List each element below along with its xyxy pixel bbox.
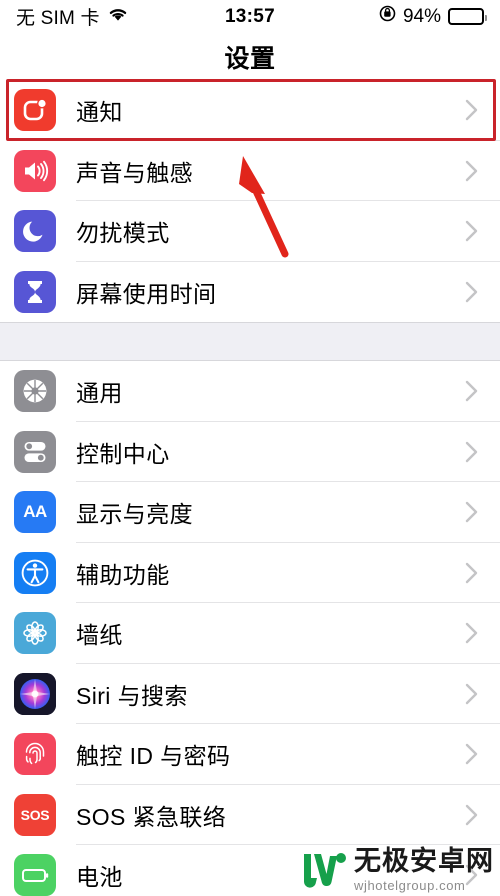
clock-label: 13:57 (224, 5, 276, 27)
chevron-right-icon (465, 441, 478, 463)
emergency-sos-icon: SOS (14, 793, 56, 836)
settings-row[interactable]: 控制中心 (0, 421, 500, 482)
do-not-disturb-icon (14, 210, 56, 253)
chevron-right-icon (465, 683, 478, 705)
settings-row[interactable]: 勿扰模式 (0, 201, 500, 262)
accessibility-icon (14, 551, 56, 594)
settings-row[interactable]: Siri 与搜索 (0, 663, 500, 724)
settings-row[interactable]: AA 显示与亮度 (0, 482, 500, 543)
settings-row-label: 显示与亮度 (76, 501, 193, 528)
chevron-right-icon (465, 864, 478, 886)
settings-group: 通用 控制中心 AA 显示与亮度 辅助功能 墙纸 Siri 与搜索 触控 ID … (0, 361, 500, 896)
settings-row-label: 墙纸 (76, 622, 123, 649)
sounds-haptics-icon (14, 149, 56, 192)
settings-row[interactable]: 触控 ID 与密码 (0, 724, 500, 785)
general-gear-icon (14, 370, 56, 413)
settings-row-label: 屏幕使用时间 (76, 280, 217, 307)
settings-row[interactable]: 通知 (0, 80, 500, 141)
settings-row-label: 辅助功能 (76, 561, 170, 588)
siri-icon (14, 672, 56, 715)
settings-row[interactable]: SOS SOS 紧急联络 (0, 784, 500, 845)
settings-row-label: 勿扰模式 (76, 220, 170, 247)
status-bar: 无 SIM 卡 13:57 94% (0, 0, 500, 33)
page-title: 设置 (224, 44, 276, 73)
battery-percent-label: 94% (402, 5, 441, 27)
display-brightness-icon: AA (14, 491, 56, 534)
settings-row[interactable]: 声音与触感 (0, 140, 500, 201)
settings-row[interactable]: 通用 (0, 361, 500, 422)
settings-row-label: 通用 (76, 380, 123, 407)
wallpaper-icon (14, 612, 56, 655)
settings-row[interactable]: 屏幕使用时间 (0, 261, 500, 322)
settings-row-label: 控制中心 (76, 440, 170, 467)
settings-row-label: 声音与触感 (76, 159, 193, 186)
carrier-label: 无 SIM 卡 (16, 8, 100, 29)
chevron-right-icon (465, 622, 478, 644)
settings-row[interactable]: 辅助功能 (0, 542, 500, 603)
settings-row-label: 触控 ID 与密码 (76, 743, 231, 770)
notifications-icon (14, 89, 56, 132)
touch-id-icon (14, 733, 56, 776)
settings-row-label: 电池 (76, 864, 123, 891)
settings-row-label: SOS 紧急联络 (76, 803, 227, 830)
settings-screen: 无 SIM 卡 13:57 94% 设置 通知 声音与触感 勿扰模式 屏幕使用时… (0, 0, 500, 896)
chevron-right-icon (465, 562, 478, 584)
settings-list: 通知 声音与触感 勿扰模式 屏幕使用时间 通用 控制中心 AA 显示与亮度 辅助… (0, 80, 500, 896)
chevron-right-icon (465, 804, 478, 826)
battery-icon (448, 8, 487, 25)
rotation-lock-icon (379, 5, 396, 28)
control-center-icon (14, 430, 56, 473)
chevron-right-icon (465, 380, 478, 402)
settings-row-label: 通知 (76, 99, 123, 126)
group-separator (0, 322, 500, 361)
nav-bar: 设置 (0, 33, 500, 80)
chevron-right-icon (465, 743, 478, 765)
chevron-right-icon (465, 160, 478, 182)
settings-row-label: Siri 与搜索 (76, 682, 188, 709)
settings-group: 通知 声音与触感 勿扰模式 屏幕使用时间 (0, 80, 500, 322)
chevron-right-icon (465, 220, 478, 242)
chevron-right-icon (465, 281, 478, 303)
chevron-right-icon (465, 501, 478, 523)
settings-row[interactable]: 墙纸 (0, 603, 500, 664)
battery-settings-icon (14, 854, 56, 896)
chevron-right-icon (465, 99, 478, 121)
wifi-icon (107, 6, 129, 28)
status-bar-left: 无 SIM 卡 (16, 3, 129, 30)
screen-time-icon (14, 270, 56, 313)
settings-row[interactable]: 电池 (0, 845, 500, 896)
status-bar-right: 94% (379, 5, 487, 28)
